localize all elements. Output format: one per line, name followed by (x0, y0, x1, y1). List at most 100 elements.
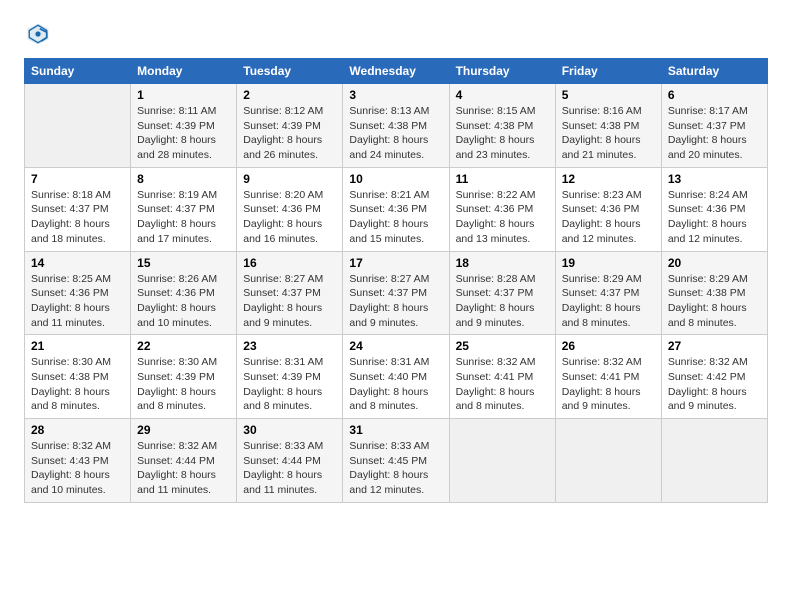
calendar-cell: 29 Sunrise: 8:32 AMSunset: 4:44 PMDayligh… (131, 419, 237, 503)
calendar-cell: 15 Sunrise: 8:26 AMSunset: 4:36 PMDayligh… (131, 251, 237, 335)
day-number: 15 (137, 256, 230, 270)
calendar-cell: 20 Sunrise: 8:29 AMSunset: 4:38 PMDayligh… (661, 251, 767, 335)
day-info: Sunrise: 8:17 AMSunset: 4:37 PMDaylight:… (668, 104, 761, 163)
day-info: Sunrise: 8:31 AMSunset: 4:40 PMDaylight:… (349, 355, 442, 414)
day-info: Sunrise: 8:12 AMSunset: 4:39 PMDaylight:… (243, 104, 336, 163)
calendar-cell: 30 Sunrise: 8:33 AMSunset: 4:44 PMDayligh… (237, 419, 343, 503)
week-row-1: 7Sunrise: 8:18 AMSunset: 4:37 PMDaylight… (25, 167, 768, 251)
day-info: Sunrise: 8:32 AMSunset: 4:44 PMDaylight:… (137, 439, 230, 498)
day-info: Sunrise: 8:27 AMSunset: 4:37 PMDaylight:… (349, 272, 442, 331)
calendar-cell: 9 Sunrise: 8:20 AMSunset: 4:36 PMDaylight… (237, 167, 343, 251)
day-info: Sunrise: 8:21 AMSunset: 4:36 PMDaylight:… (349, 188, 442, 247)
day-number: 13 (668, 172, 761, 186)
day-info: Sunrise: 8:33 AMSunset: 4:45 PMDaylight:… (349, 439, 442, 498)
calendar-cell: 18 Sunrise: 8:28 AMSunset: 4:37 PMDayligh… (449, 251, 555, 335)
day-number: 30 (243, 423, 336, 437)
day-info: Sunrise: 8:11 AMSunset: 4:39 PMDaylight:… (137, 104, 230, 163)
weekday-tuesday: Tuesday (237, 59, 343, 84)
day-info: Sunrise: 8:28 AMSunset: 4:37 PMDaylight:… (456, 272, 549, 331)
day-info: Sunrise: 8:15 AMSunset: 4:38 PMDaylight:… (456, 104, 549, 163)
calendar-cell: 21 Sunrise: 8:30 AMSunset: 4:38 PMDayligh… (25, 335, 131, 419)
day-info: Sunrise: 8:30 AMSunset: 4:39 PMDaylight:… (137, 355, 230, 414)
calendar-cell: 31 Sunrise: 8:33 AMSunset: 4:45 PMDayligh… (343, 419, 449, 503)
calendar-cell: 23 Sunrise: 8:31 AMSunset: 4:39 PMDayligh… (237, 335, 343, 419)
calendar-cell: 7Sunrise: 8:18 AMSunset: 4:37 PMDaylight… (25, 167, 131, 251)
week-row-3: 21 Sunrise: 8:30 AMSunset: 4:38 PMDayligh… (25, 335, 768, 419)
day-info: Sunrise: 8:13 AMSunset: 4:38 PMDaylight:… (349, 104, 442, 163)
calendar-body: 1Sunrise: 8:11 AMSunset: 4:39 PMDaylight… (25, 84, 768, 503)
calendar-cell: 14Sunrise: 8:25 AMSunset: 4:36 PMDayligh… (25, 251, 131, 335)
day-info: Sunrise: 8:19 AMSunset: 4:37 PMDaylight:… (137, 188, 230, 247)
day-info: Sunrise: 8:29 AMSunset: 4:37 PMDaylight:… (562, 272, 655, 331)
week-row-0: 1Sunrise: 8:11 AMSunset: 4:39 PMDaylight… (25, 84, 768, 168)
weekday-header-row: SundayMondayTuesdayWednesdayThursdayFrid… (25, 59, 768, 84)
calendar-cell: 5 Sunrise: 8:16 AMSunset: 4:38 PMDaylight… (555, 84, 661, 168)
day-number: 4 (456, 88, 549, 102)
weekday-friday: Friday (555, 59, 661, 84)
header (24, 20, 768, 48)
day-info: Sunrise: 8:33 AMSunset: 4:44 PMDaylight:… (243, 439, 336, 498)
day-number: 19 (562, 256, 655, 270)
day-number: 3 (349, 88, 442, 102)
weekday-wednesday: Wednesday (343, 59, 449, 84)
day-number: 9 (243, 172, 336, 186)
day-number: 17 (349, 256, 442, 270)
day-number: 11 (456, 172, 549, 186)
calendar-cell: 13 Sunrise: 8:24 AMSunset: 4:36 PMDayligh… (661, 167, 767, 251)
day-number: 5 (562, 88, 655, 102)
calendar-cell: 22 Sunrise: 8:30 AMSunset: 4:39 PMDayligh… (131, 335, 237, 419)
calendar-cell (555, 419, 661, 503)
day-info: Sunrise: 8:32 AMSunset: 4:41 PMDaylight:… (562, 355, 655, 414)
day-info: Sunrise: 8:30 AMSunset: 4:38 PMDaylight:… (31, 355, 124, 414)
week-row-4: 28 Sunrise: 8:32 AMSunset: 4:43 PMDayligh… (25, 419, 768, 503)
page: SundayMondayTuesdayWednesdayThursdayFrid… (0, 0, 792, 612)
day-info: Sunrise: 8:31 AMSunset: 4:39 PMDaylight:… (243, 355, 336, 414)
day-number: 25 (456, 339, 549, 353)
day-number: 12 (562, 172, 655, 186)
day-number: 31 (349, 423, 442, 437)
day-number: 28 (31, 423, 124, 437)
day-number: 24 (349, 339, 442, 353)
day-info: Sunrise: 8:16 AMSunset: 4:38 PMDaylight:… (562, 104, 655, 163)
weekday-sunday: Sunday (25, 59, 131, 84)
calendar-cell: 3 Sunrise: 8:13 AMSunset: 4:38 PMDaylight… (343, 84, 449, 168)
day-info: Sunrise: 8:20 AMSunset: 4:36 PMDaylight:… (243, 188, 336, 247)
day-number: 21 (31, 339, 124, 353)
calendar-cell: 19 Sunrise: 8:29 AMSunset: 4:37 PMDayligh… (555, 251, 661, 335)
day-info: Sunrise: 8:22 AMSunset: 4:36 PMDaylight:… (456, 188, 549, 247)
day-number: 23 (243, 339, 336, 353)
calendar-cell: 10 Sunrise: 8:21 AMSunset: 4:36 PMDayligh… (343, 167, 449, 251)
calendar-cell: 27 Sunrise: 8:32 AMSunset: 4:42 PMDayligh… (661, 335, 767, 419)
calendar-cell (661, 419, 767, 503)
day-info: Sunrise: 8:26 AMSunset: 4:36 PMDaylight:… (137, 272, 230, 331)
day-number: 20 (668, 256, 761, 270)
calendar-header: SundayMondayTuesdayWednesdayThursdayFrid… (25, 59, 768, 84)
day-number: 27 (668, 339, 761, 353)
logo (24, 20, 56, 48)
day-info: Sunrise: 8:24 AMSunset: 4:36 PMDaylight:… (668, 188, 761, 247)
calendar-cell: 8 Sunrise: 8:19 AMSunset: 4:37 PMDaylight… (131, 167, 237, 251)
logo-icon (24, 20, 52, 48)
calendar-cell: 25Sunrise: 8:32 AMSunset: 4:41 PMDayligh… (449, 335, 555, 419)
calendar-table: SundayMondayTuesdayWednesdayThursdayFrid… (24, 58, 768, 503)
calendar-cell: 2 Sunrise: 8:12 AMSunset: 4:39 PMDaylight… (237, 84, 343, 168)
weekday-saturday: Saturday (661, 59, 767, 84)
day-number: 2 (243, 88, 336, 102)
day-info: Sunrise: 8:32 AMSunset: 4:42 PMDaylight:… (668, 355, 761, 414)
calendar-cell: 1Sunrise: 8:11 AMSunset: 4:39 PMDaylight… (131, 84, 237, 168)
calendar-cell: 6Sunrise: 8:17 AMSunset: 4:37 PMDaylight… (661, 84, 767, 168)
calendar-cell (449, 419, 555, 503)
day-number: 16 (243, 256, 336, 270)
day-info: Sunrise: 8:32 AMSunset: 4:43 PMDaylight:… (31, 439, 124, 498)
day-number: 22 (137, 339, 230, 353)
calendar-cell: 11 Sunrise: 8:22 AMSunset: 4:36 PMDayligh… (449, 167, 555, 251)
day-number: 8 (137, 172, 230, 186)
day-number: 18 (456, 256, 549, 270)
day-number: 26 (562, 339, 655, 353)
day-info: Sunrise: 8:29 AMSunset: 4:38 PMDaylight:… (668, 272, 761, 331)
weekday-thursday: Thursday (449, 59, 555, 84)
calendar-cell: 24 Sunrise: 8:31 AMSunset: 4:40 PMDayligh… (343, 335, 449, 419)
day-number: 29 (137, 423, 230, 437)
day-number: 10 (349, 172, 442, 186)
day-number: 14 (31, 256, 124, 270)
